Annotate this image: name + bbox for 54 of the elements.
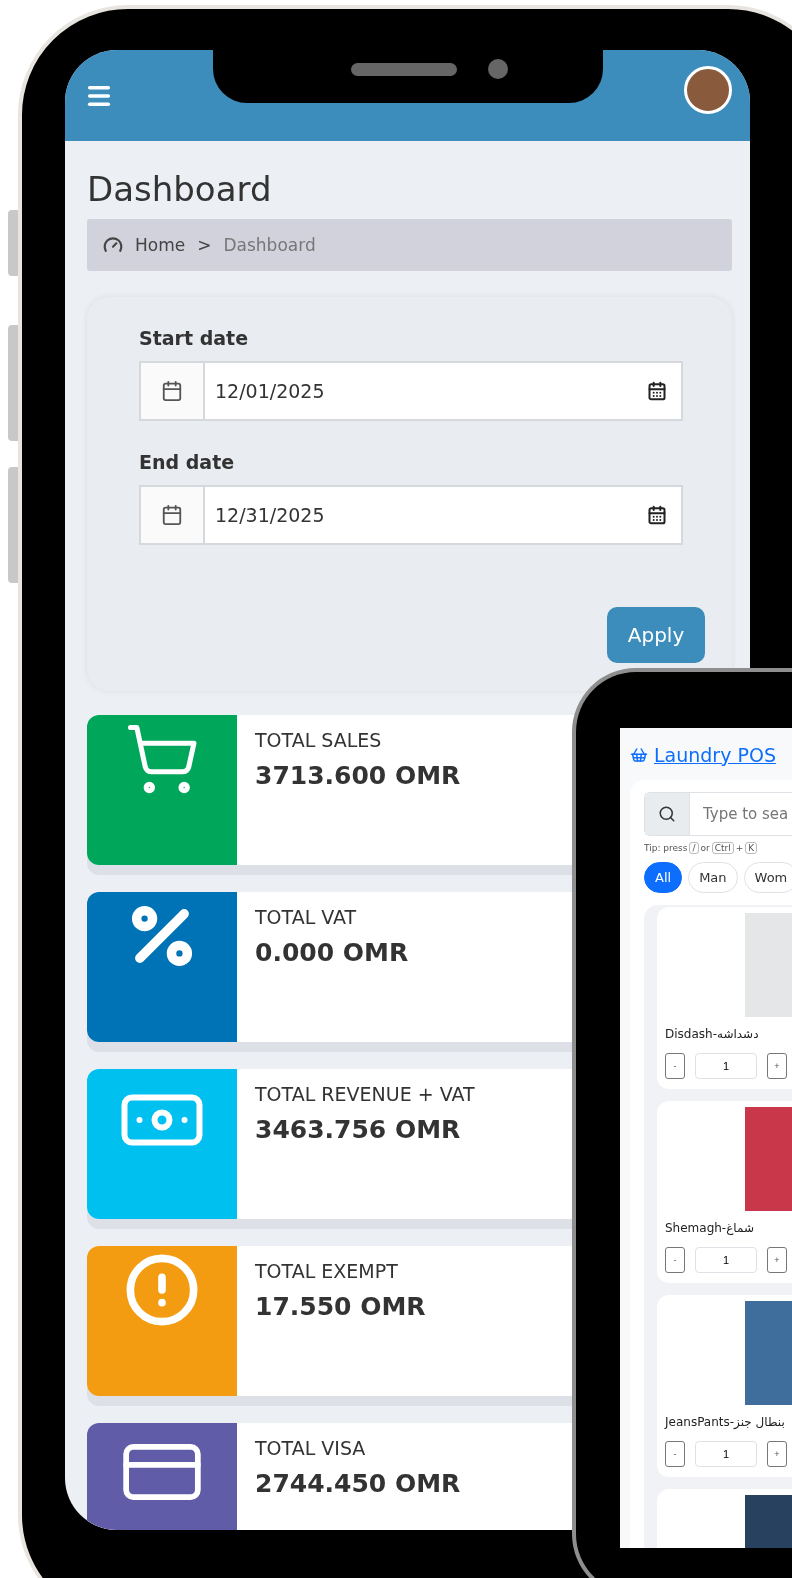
stat-value: 3713.600 OMR	[255, 761, 461, 790]
decrease-button[interactable]: -	[665, 1247, 685, 1273]
product-name: Disdash-دشداشه	[665, 1027, 760, 1041]
stat-value: 0.000 OMR	[255, 938, 409, 967]
date-field[interactable]: 12/31/2025	[139, 485, 683, 545]
quantity-field[interactable]: 1	[695, 1247, 757, 1273]
stat-label: TOTAL SALES	[255, 729, 383, 751]
camera-dot	[488, 59, 508, 79]
basket-icon	[630, 746, 648, 764]
gauge-icon	[103, 235, 123, 255]
key-cap: K	[745, 842, 758, 854]
tip-text: Tip: press	[644, 843, 688, 853]
decrease-button[interactable]: -	[665, 1441, 685, 1467]
category-chip[interactable]: All	[644, 862, 683, 893]
search-icon	[658, 805, 676, 823]
category-chip[interactable]: Man	[688, 862, 738, 893]
product-name: Shemagh-شماغ	[665, 1221, 755, 1235]
decrease-button[interactable]: -	[665, 1053, 685, 1079]
category-chip[interactable]: Wom	[743, 862, 792, 893]
date-field[interactable]: 12/01/2025	[139, 361, 683, 421]
calendar-icon[interactable]	[647, 505, 667, 525]
quantity-field[interactable]: 1	[695, 1053, 757, 1079]
calendar-icon[interactable]	[647, 381, 667, 401]
tip-text: +	[735, 843, 744, 853]
field-label: Start date	[139, 327, 250, 349]
key-cap: Ctrl	[711, 842, 734, 854]
calendar-icon	[161, 504, 183, 526]
brand-link[interactable]: Laundry POS	[630, 744, 792, 766]
product-name: JeansPants-بنطال جنز	[665, 1415, 786, 1429]
calendar-icon	[161, 380, 183, 402]
key-cap: /	[689, 842, 699, 854]
tip-text: or	[700, 843, 710, 853]
stat-value: 17.550 OMR	[255, 1292, 426, 1321]
search-input[interactable]: Type to sea	[690, 805, 792, 823]
stat-label: TOTAL VISA	[255, 1437, 367, 1459]
field-label: End date	[139, 451, 236, 473]
stat-label: TOTAL EXEMPT	[255, 1260, 399, 1282]
stat-value: 2744.450 OMR	[255, 1469, 461, 1498]
search-field[interactable]: Type to sea	[644, 792, 792, 836]
breadcrumb-link[interactable]: >	[197, 235, 212, 255]
exclamation-icon	[124, 1252, 200, 1328]
stat-label: TOTAL REVENUE + VAT	[255, 1083, 475, 1105]
quantity-field[interactable]: 1	[695, 1441, 757, 1467]
page-title: Dashboard	[87, 168, 273, 211]
date-input[interactable]: 12/01/2025	[205, 380, 647, 402]
date-input[interactable]: 12/31/2025	[205, 504, 647, 526]
increase-button[interactable]: +	[767, 1247, 787, 1273]
stat-label: TOTAL VAT	[255, 906, 358, 928]
apply-button[interactable]: Apply	[607, 607, 705, 663]
avatar[interactable]	[684, 65, 732, 114]
breadcrumb-link[interactable]: Home	[135, 235, 186, 255]
stat-value: 3463.756 OMR	[255, 1115, 462, 1144]
increase-button[interactable]: +	[767, 1053, 787, 1079]
increase-button[interactable]: +	[767, 1441, 787, 1467]
